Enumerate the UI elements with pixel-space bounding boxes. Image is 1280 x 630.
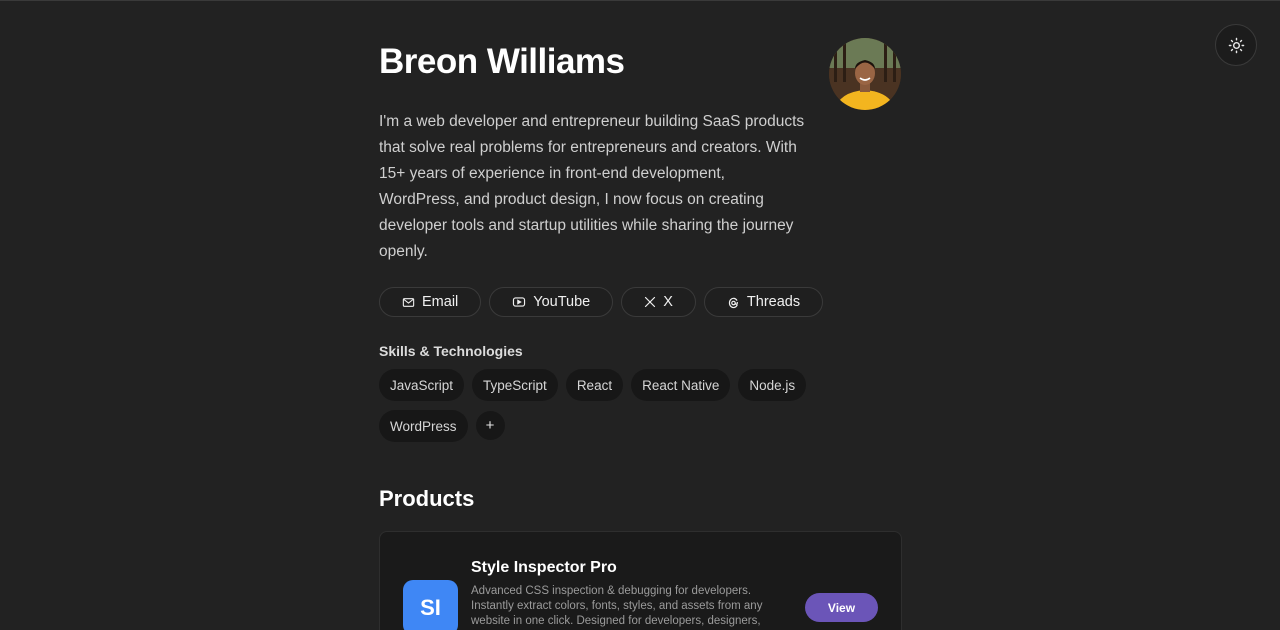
youtube-link-label: YouTube: [533, 294, 591, 310]
view-product-button[interactable]: View: [805, 593, 878, 622]
email-link-label: Email: [422, 294, 459, 310]
mail-icon: [402, 297, 415, 307]
skill-chip: TypeScript: [472, 369, 558, 401]
skill-chip: React Native: [631, 369, 731, 401]
skills-title: Skills & Technologies: [379, 343, 523, 359]
youtube-link[interactable]: YouTube: [489, 287, 614, 317]
top-border: [0, 0, 1280, 1]
social-links: Email YouTube X Threads: [379, 287, 824, 317]
profile-bio: I'm a web developer and entrepreneur bui…: [379, 113, 805, 260]
threads-link[interactable]: Threads: [703, 287, 824, 317]
skill-chip: JavaScript: [379, 369, 465, 401]
skill-chip: WordPress: [379, 410, 468, 442]
product-description: Advanced CSS inspection & debugging for …: [471, 585, 763, 627]
youtube-icon: [513, 297, 526, 307]
threads-icon: [728, 297, 738, 308]
x-link-label: X: [663, 294, 673, 310]
product-name: Style Inspector Pro: [471, 559, 617, 576]
threads-link-label: Threads: [746, 294, 801, 310]
email-link[interactable]: Email: [379, 287, 482, 317]
product-card[interactable]: SI Style Inspector Pro Advanced CSS insp…: [379, 531, 902, 630]
skill-chip: Node.js: [738, 369, 807, 401]
profile-name: Breon Williams: [379, 42, 625, 81]
skills-list: JavaScript TypeScript React React Native…: [379, 369, 819, 442]
x-link[interactable]: X: [621, 287, 696, 317]
show-more-skills-button[interactable]: +: [475, 411, 505, 440]
theme-toggle-button[interactable]: [1215, 24, 1257, 66]
products-title: Products: [379, 486, 475, 511]
x-icon: [645, 296, 656, 308]
product-logo: SI: [403, 580, 458, 630]
avatar: [829, 38, 901, 110]
sun-icon: [1228, 37, 1244, 53]
skill-chip: React: [565, 369, 624, 401]
